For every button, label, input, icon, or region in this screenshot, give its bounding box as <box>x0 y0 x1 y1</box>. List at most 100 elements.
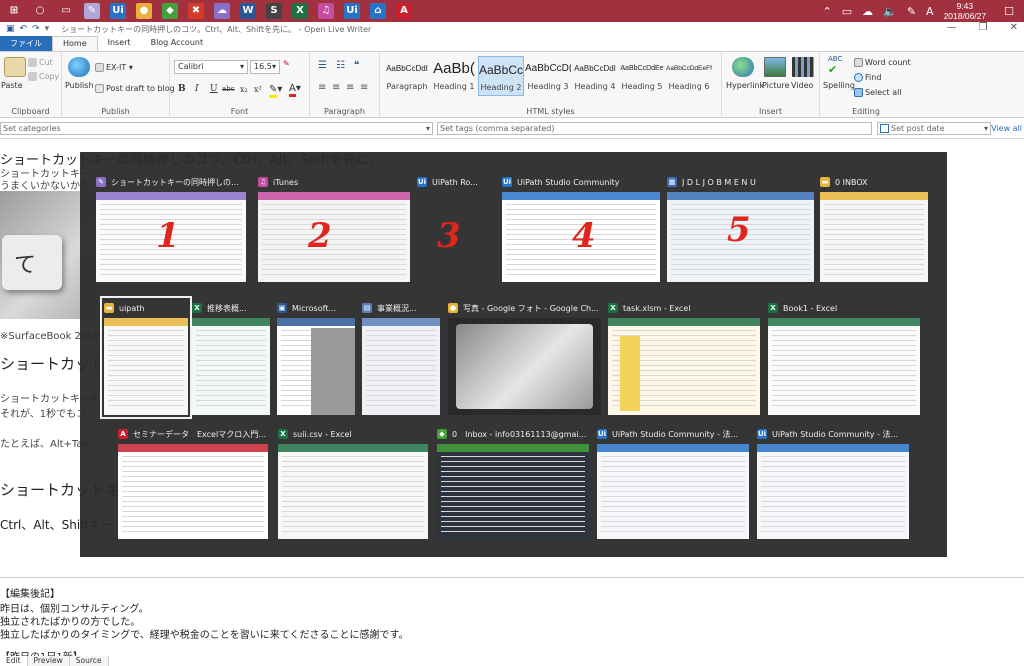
minimize-button[interactable]: — <box>947 22 957 33</box>
post-date-input[interactable]: Set post date ▾ <box>877 122 991 135</box>
style-heading-2[interactable]: AaBbCc Heading 2 <box>478 56 524 96</box>
window-thumbnail[interactable] <box>118 444 268 539</box>
acrobat-taskbar-icon[interactable]: A <box>396 3 412 19</box>
window-thumbnail[interactable] <box>768 318 920 415</box>
switcher-window[interactable]: Xsuii.csv - Excel <box>278 426 428 539</box>
tags-input[interactable]: Set tags (comma separated) <box>437 122 872 135</box>
style-heading-6[interactable]: AaBbCcDdEeFfG Heading 6 <box>666 56 712 96</box>
window-thumbnail[interactable]: 4 <box>502 192 660 282</box>
style-heading-1[interactable]: AaBb(Heading 1 <box>431 56 477 96</box>
picture-button[interactable]: Picture <box>762 81 790 90</box>
window-thumbnail[interactable] <box>608 318 760 415</box>
window-thumbnail[interactable]: 2 <box>258 192 410 282</box>
switcher-window[interactable]: ▦ J D L J O B M E N U 5 <box>667 174 814 282</box>
video-icon[interactable] <box>792 57 814 77</box>
battery-icon[interactable]: ▭ <box>842 5 852 18</box>
find-button[interactable]: Find <box>854 73 881 82</box>
style-paragraph[interactable]: AaBbCcDdI Paragraph <box>384 56 430 96</box>
font-family-select[interactable]: Calibri ▾ <box>174 60 248 74</box>
window-thumbnail[interactable] <box>277 318 355 415</box>
clear-format-icon[interactable]: ✎ <box>283 59 290 68</box>
picture-icon[interactable] <box>764 57 786 77</box>
tab-blog-account[interactable]: Blog Account <box>141 36 214 51</box>
robot-taskbar-icon[interactable]: ⌂ <box>370 3 386 19</box>
blog-selector[interactable]: EX-IT ▾ <box>95 63 133 72</box>
style-heading-4[interactable]: AaBbCcDdI Heading 4 <box>572 56 618 96</box>
window-thumbnail[interactable] <box>278 444 428 539</box>
paste-button[interactable]: Paste <box>1 81 23 90</box>
cut-button[interactable]: Cut <box>28 58 53 67</box>
switcher-window[interactable]: Ui UiPath Studio Community - 法... <box>757 426 909 539</box>
task-view-icon[interactable]: ▭ <box>58 3 74 19</box>
tab-home[interactable]: Home <box>52 36 98 51</box>
spelling-button[interactable]: Spelling <box>823 81 855 90</box>
windows-start-icon[interactable]: ⊞ <box>6 3 22 19</box>
s-app-taskbar-icon[interactable]: S <box>266 3 282 19</box>
save-icon[interactable]: ▣ <box>6 24 15 34</box>
switcher-window[interactable]: Xtask.xlsm - Excel <box>608 300 760 415</box>
hyperlink-button[interactable]: Hyperlink <box>726 81 764 90</box>
window-thumbnail[interactable] <box>820 192 928 282</box>
style-heading-3[interactable]: AaBbCcD(Heading 3 <box>525 56 571 96</box>
evernote-taskbar-icon[interactable]: ◆ <box>162 3 178 19</box>
underline-button[interactable]: U <box>210 84 218 94</box>
post-date-checkbox[interactable] <box>880 124 889 133</box>
hyperlink-globe-icon[interactable] <box>732 57 754 77</box>
window-thumbnail[interactable] <box>597 444 749 539</box>
excel-taskbar-icon[interactable]: X <box>292 3 308 19</box>
ime-indicator[interactable]: A <box>926 5 934 18</box>
word-count-button[interactable]: Word count <box>854 58 911 67</box>
window-thumbnail[interactable] <box>448 318 601 415</box>
align-right-icon[interactable]: ≡ <box>346 82 354 93</box>
switcher-window[interactable]: ● 写真 - Google フォト - Google Ch... <box>448 300 601 415</box>
live-writer-taskbar-icon[interactable]: ✎ <box>84 3 100 19</box>
select-all-button[interactable]: Select all <box>854 88 902 97</box>
chrome-taskbar-icon[interactable]: ● <box>136 3 152 19</box>
video-button[interactable]: Video <box>791 81 813 90</box>
copy-button[interactable]: Copy <box>28 72 59 81</box>
align-center-icon[interactable]: ≡ <box>332 82 340 93</box>
maximize-button[interactable]: ❐ <box>979 22 988 33</box>
bullet-list-icon[interactable]: ☰ <box>318 60 327 71</box>
italic-button[interactable]: I <box>195 84 199 94</box>
window-thumbnail[interactable]: 1 <box>96 192 246 282</box>
undo-icon[interactable]: ↶ <box>20 24 28 34</box>
strikethrough-button[interactable]: abc <box>222 85 235 93</box>
tab-preview[interactable]: Preview <box>27 656 70 666</box>
font-size-select[interactable]: 16.5 ▾ <box>250 60 280 74</box>
font-color-icon[interactable]: A▾ <box>289 83 301 97</box>
uipath-studio-taskbar-icon[interactable]: Ui <box>344 3 360 19</box>
switcher-window[interactable]: X Book1 - Excel <box>768 300 920 415</box>
xmind-taskbar-icon[interactable]: ✖ <box>188 3 204 19</box>
tab-file[interactable]: ファイル <box>0 36 52 51</box>
categories-input[interactable]: Set categories ▾ <box>0 122 433 135</box>
superscript-button[interactable]: x² <box>254 85 262 94</box>
switcher-window[interactable]: Ui UiPath Studio Community - 法... <box>597 426 749 539</box>
switcher-window[interactable]: ▬ uipath <box>100 296 192 419</box>
view-all-link[interactable]: View all <box>991 124 1022 133</box>
window-thumbnail[interactable]: 5 <box>667 192 814 282</box>
pen-icon[interactable]: ✎ <box>907 5 916 18</box>
window-thumbnail[interactable] <box>437 444 589 539</box>
switcher-window[interactable]: Ui UiPath Studio Community 4 <box>502 174 660 282</box>
itunes-taskbar-icon[interactable]: ♫ <box>318 3 334 19</box>
bold-button[interactable]: B <box>178 84 186 94</box>
post-draft-button[interactable]: Post draft to blog <box>95 84 175 93</box>
spelling-icon[interactable]: ABC ✔ <box>828 55 842 76</box>
cortana-icon[interactable]: ○ <box>32 3 48 19</box>
publish-button[interactable]: Publish <box>65 81 94 90</box>
switcher-window[interactable]: X 推移表概... <box>192 300 270 415</box>
close-button[interactable]: ✕ <box>1010 22 1018 33</box>
dropdown-icon[interactable]: ▾ <box>45 24 50 34</box>
network-icon[interactable]: ☁ <box>862 5 873 18</box>
switcher-window[interactable]: ◆ 0 Inbox - info03161113@gmai... <box>437 426 589 539</box>
switcher-window[interactable]: ✎ ショートカットキーの同時押しのコツ。 1 <box>96 174 246 282</box>
globe-icon[interactable] <box>68 57 90 77</box>
tab-edit[interactable]: Edit <box>0 656 28 666</box>
tab-source[interactable]: Source <box>69 656 109 666</box>
volume-icon[interactable]: 🔈 <box>883 5 897 18</box>
align-left-icon[interactable]: ≡ <box>318 82 326 93</box>
subscript-button[interactable]: x₂ <box>240 85 248 94</box>
switcher-window[interactable]: ▤ 事業概況... <box>362 300 440 415</box>
block-quote-icon[interactable]: ❝ <box>354 60 359 71</box>
